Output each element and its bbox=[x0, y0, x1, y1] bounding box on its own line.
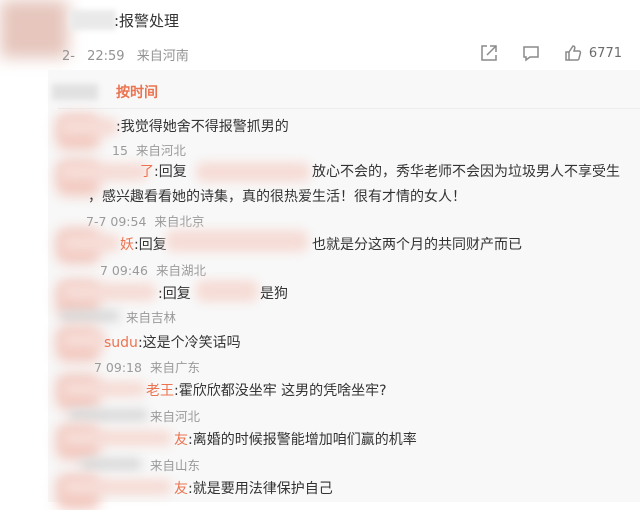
reply-target-redacted[interactable] bbox=[196, 162, 310, 182]
comment-nick[interactable]: 老王 bbox=[146, 383, 174, 399]
comment-time: 7 09:46 bbox=[100, 263, 148, 278]
comment-text-line: 友:离婚的时候报警能增加咱们赢的机率 bbox=[174, 432, 417, 448]
commenter-name-redacted[interactable] bbox=[62, 430, 172, 446]
post-actions: 6771 bbox=[479, 43, 622, 63]
post-meta: 2- 22:59 来自河南 bbox=[62, 45, 189, 64]
post-date-prefix: 2- bbox=[62, 49, 75, 64]
commenter-name-redacted[interactable] bbox=[62, 234, 120, 252]
divider bbox=[58, 108, 640, 109]
comment-location: 来自湖北 bbox=[155, 263, 206, 278]
comment-meta: 15 来自河北 bbox=[112, 140, 186, 159]
comment-meta: 7 09:46 来自湖北 bbox=[100, 260, 206, 279]
commenter-name-redacted[interactable] bbox=[62, 283, 156, 301]
comment-nick[interactable]: 妖 bbox=[120, 237, 134, 253]
commenter-name-redacted[interactable] bbox=[62, 381, 146, 397]
comment-time: 7-7 09:54 bbox=[86, 214, 147, 229]
comment-text-tail: 也就是分这两个月的共同财产而已 bbox=[312, 237, 522, 253]
comment-location: 来自河北 bbox=[150, 409, 201, 424]
comment-location: 来自北京 bbox=[154, 214, 205, 229]
sort-by-time-tab[interactable]: 按时间 bbox=[116, 82, 158, 102]
comment-text-line-1: 了:回复 bbox=[140, 164, 187, 180]
post-avatar[interactable] bbox=[0, 0, 68, 58]
comment-location: 来自吉林 bbox=[126, 310, 177, 325]
post-author-name-redacted[interactable] bbox=[70, 10, 116, 30]
comment-time-redacted bbox=[80, 458, 142, 470]
reply-target-redacted[interactable] bbox=[166, 230, 308, 252]
comment-nick[interactable]: 友 bbox=[174, 481, 188, 497]
comment-meta: 来自山东 bbox=[150, 455, 200, 474]
comment-time: 7 09:18 bbox=[94, 360, 142, 375]
comment-meta: 7-7 09:54 来自北京 bbox=[86, 211, 204, 230]
like-count: 6771 bbox=[588, 45, 622, 61]
commenter-name-redacted[interactable] bbox=[60, 118, 118, 136]
comment-nick[interactable]: 了 bbox=[140, 164, 154, 180]
comment-text-line: sudu:这是个冷笑话吗 bbox=[104, 335, 241, 351]
comment-text-line-2: ，感兴趣看看她的诗集，真的很热爱生活！很有才情的女人！ bbox=[88, 189, 466, 205]
comment-text-line: 老王:霍欣欣都没坐牢 这男的凭啥坐牢? bbox=[146, 383, 387, 399]
post-time: 22:59 bbox=[87, 49, 125, 64]
commenter-name-redacted[interactable] bbox=[60, 163, 148, 181]
comment-text-tail: 是狗 bbox=[260, 286, 288, 302]
post-location: 来自河南 bbox=[136, 49, 189, 64]
comment-location: 来自广东 bbox=[149, 360, 200, 375]
share-icon[interactable] bbox=[479, 43, 499, 63]
comment-time: 15 bbox=[112, 143, 128, 158]
comment-meta: 7 09:18 来自广东 bbox=[94, 357, 200, 376]
post-title: :报警处理 bbox=[114, 12, 180, 30]
comment-text-line: 友:就是要用法律保护自己 bbox=[174, 481, 333, 497]
comment-meta: 来自河北 bbox=[150, 406, 200, 425]
comment-time-redacted bbox=[60, 310, 120, 322]
comment-text-line: :回复 bbox=[158, 286, 191, 302]
comment-nick[interactable]: sudu bbox=[104, 335, 138, 351]
sort-option-redacted[interactable] bbox=[52, 84, 98, 100]
comment-location: 来自山东 bbox=[150, 458, 201, 473]
commenter-name-redacted[interactable] bbox=[62, 479, 172, 495]
comment-text: :我觉得她舍不得报警抓男的 bbox=[116, 119, 289, 135]
comment-icon[interactable] bbox=[521, 43, 541, 63]
like-button[interactable]: 6771 bbox=[563, 43, 622, 63]
commenter-name-redacted[interactable] bbox=[62, 332, 106, 348]
comment-meta: 来自吉林 bbox=[126, 307, 176, 326]
thumbs-up-icon bbox=[565, 45, 582, 61]
comment-location: 来自河北 bbox=[135, 143, 186, 158]
comment-text-line-1b: 放心不会的，秀华老师不会因为垃圾男人不享受生 bbox=[312, 164, 620, 180]
comment-time-redacted bbox=[68, 409, 148, 421]
comment-nick[interactable]: 友 bbox=[174, 432, 188, 448]
reply-target-redacted[interactable] bbox=[196, 280, 258, 302]
comment-text-line: 妖:回复 bbox=[120, 237, 167, 253]
